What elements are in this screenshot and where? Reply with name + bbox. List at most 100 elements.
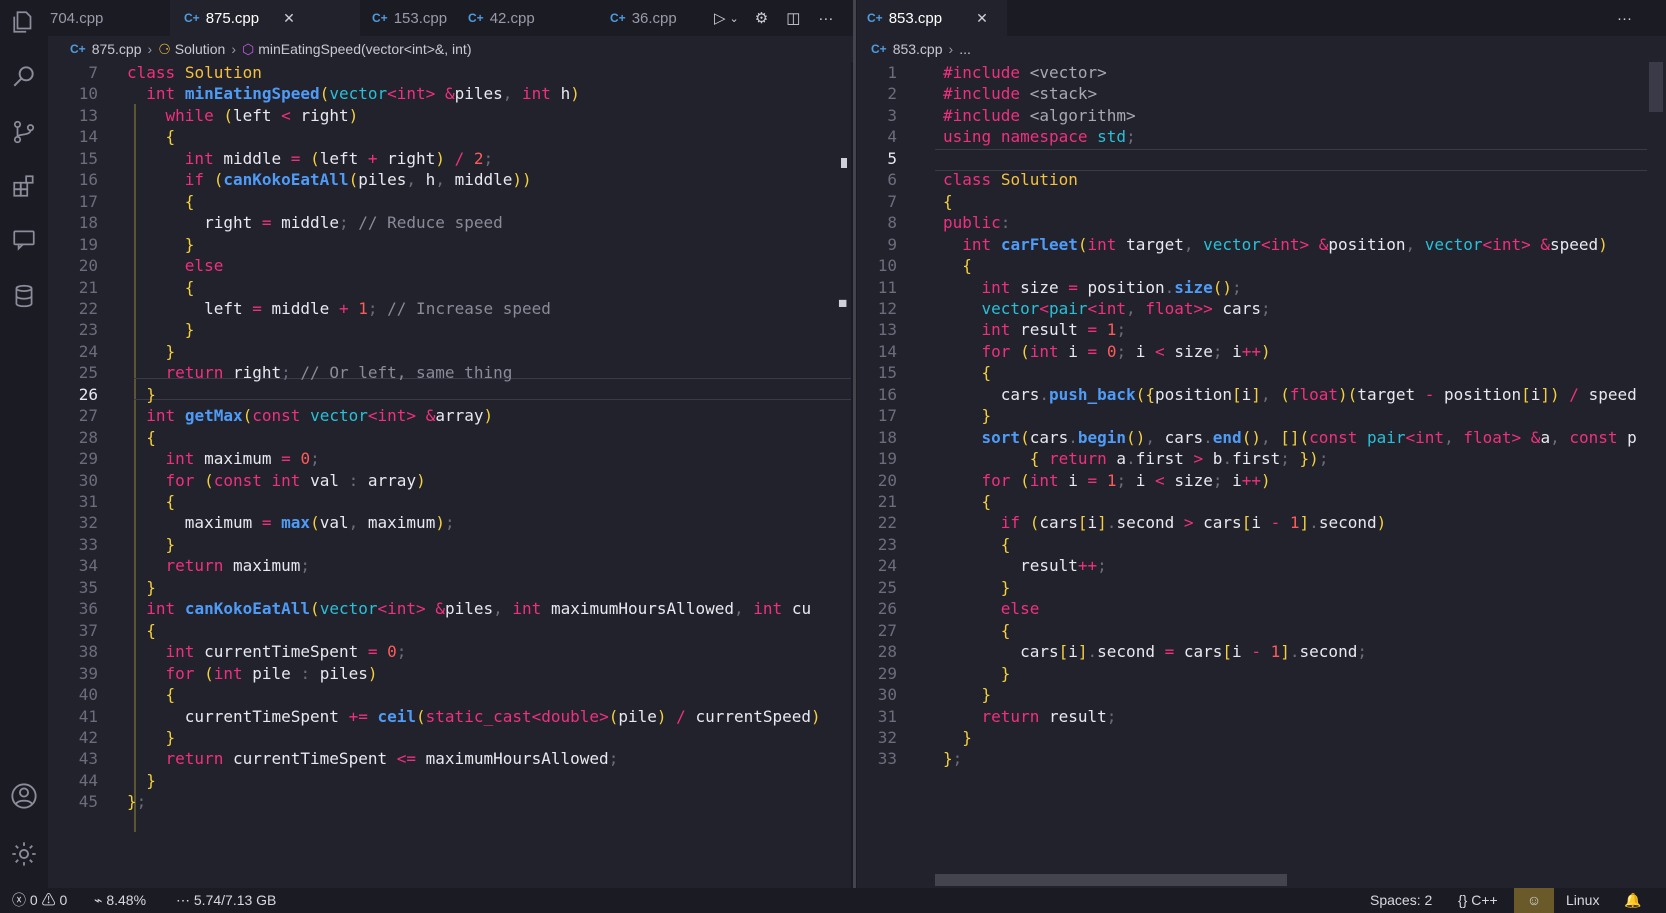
tab-853[interactable]: C+ 853.cpp ✕ [857, 0, 1007, 36]
copilot-icon[interactable]: ☺ [1514, 888, 1554, 913]
code-line[interactable]: 14 for (int i = 0; i < size; i++) [857, 341, 1647, 363]
code-line[interactable]: 7 class Solution [48, 62, 851, 84]
remote-chat-icon[interactable] [4, 220, 44, 260]
code-line[interactable]: 12 vector<pair<int, float>> cars; [857, 298, 1647, 320]
code-line[interactable]: 26 } [48, 384, 851, 406]
code-line[interactable]: 32 } [857, 727, 1647, 749]
code-line[interactable]: 11 int size = position.size(); [857, 277, 1647, 299]
cpu-indicator[interactable]: ⌁ 8.48% [94, 888, 146, 913]
code-line[interactable]: 29 } [857, 663, 1647, 685]
problems-indicator[interactable]: ⓧ 0 ⚠ 0 [12, 888, 67, 913]
code-line[interactable]: 26 else [857, 598, 1647, 620]
os-indicator[interactable]: Linux [1566, 888, 1599, 913]
source-control-icon[interactable] [4, 112, 44, 152]
code-line[interactable]: 29 int maximum = 0; [48, 448, 851, 470]
close-icon[interactable]: ✕ [976, 10, 988, 27]
code-line[interactable]: 30 } [857, 684, 1647, 706]
left-editor[interactable]: ▀ 7 class Solution 10 int minEatingSpeed(v… [48, 62, 851, 888]
code-line[interactable]: 20 for (int i = 1; i < size; i++) [857, 470, 1647, 492]
indentation-indicator[interactable]: Spaces: 2 [1370, 888, 1432, 913]
code-line[interactable]: 16 cars.push_back({position[i], (float)(… [857, 384, 1647, 406]
code-line[interactable]: 17 { [48, 191, 851, 213]
gear-icon[interactable]: ⚙ [755, 9, 768, 27]
code-line[interactable]: 37 { [48, 620, 851, 642]
code-line[interactable]: 23 { [857, 534, 1647, 556]
code-line[interactable]: 8 public: [857, 212, 1647, 234]
code-line[interactable]: 22 left = middle + 1; // Increase speed [48, 298, 851, 320]
code-line[interactable]: 14 { [48, 126, 851, 148]
tab-36[interactable]: C+ 36.cpp [610, 0, 710, 36]
code-line[interactable]: 9 int carFleet(int target, vector<int> &… [857, 234, 1647, 256]
code-line[interactable]: 27 int getMax(const vector<int> &array) [48, 405, 851, 427]
explorer-icon[interactable] [4, 2, 44, 42]
code-line[interactable]: 27 { [857, 620, 1647, 642]
code-line[interactable]: 5 [857, 148, 1647, 170]
code-line[interactable]: 13 int result = 1; [857, 319, 1647, 341]
bell-icon[interactable]: 🔔 [1624, 888, 1641, 913]
database-icon[interactable] [4, 276, 44, 316]
more-actions-icon[interactable]: ··· [818, 10, 833, 27]
code-line[interactable]: 10 { [857, 255, 1647, 277]
code-line[interactable]: 38 int currentTimeSpent = 0; [48, 641, 851, 663]
code-line[interactable]: 15 int middle = (left + right) / 2; [48, 148, 851, 170]
code-line[interactable]: 3 #include <algorithm> [857, 105, 1647, 127]
breadcrumb-more[interactable]: ... [959, 41, 971, 57]
code-line[interactable]: 18 sort(cars.begin(), cars.end(), [](con… [857, 427, 1647, 449]
code-line[interactable]: 25 } [857, 577, 1647, 599]
code-line[interactable]: 13 while (left < right) [48, 105, 851, 127]
code-line[interactable]: 4 using namespace std; [857, 126, 1647, 148]
code-line[interactable]: 19 } [48, 234, 851, 256]
code-line[interactable]: 15 { [857, 362, 1647, 384]
horizontal-scrollbar[interactable] [935, 874, 1287, 886]
code-line[interactable]: 39 for (int pile : piles) [48, 663, 851, 685]
scrollbar-thumb[interactable] [1649, 62, 1663, 112]
split-editor-icon[interactable]: ◫ [786, 9, 800, 27]
code-line[interactable]: 16 if (canKokoEatAll(piles, h, middle)) [48, 169, 851, 191]
more-actions-icon[interactable]: ··· [1617, 0, 1632, 36]
code-line[interactable]: 20 else [48, 255, 851, 277]
code-line[interactable]: 10 int minEatingSpeed(vector<int> &piles… [48, 83, 851, 105]
account-icon[interactable] [4, 776, 44, 816]
code-line[interactable]: 21 { [857, 491, 1647, 513]
run-icon[interactable]: ▷ [714, 9, 726, 27]
code-line[interactable]: 41 currentTimeSpent += ceil(static_cast<… [48, 706, 851, 728]
code-line[interactable]: 25 return right; // Or left, same thing [48, 362, 851, 384]
search-icon[interactable] [4, 56, 44, 96]
extensions-icon[interactable] [4, 166, 44, 206]
breadcrumb-file[interactable]: 853.cpp [893, 41, 943, 57]
code-line[interactable]: 35 } [48, 577, 851, 599]
code-line[interactable]: 18 right = middle; // Reduce speed [48, 212, 851, 234]
code-line[interactable]: 1 #include <vector> [857, 62, 1647, 84]
code-line[interactable]: 31 { [48, 491, 851, 513]
code-line[interactable]: 24 } [48, 341, 851, 363]
code-line[interactable]: 23 } [48, 319, 851, 341]
code-line[interactable]: 17 } [857, 405, 1647, 427]
code-line[interactable]: 28 { [48, 427, 851, 449]
code-line[interactable]: 6 class Solution [857, 169, 1647, 191]
code-line[interactable]: 33 } [48, 534, 851, 556]
code-line[interactable]: 42 } [48, 727, 851, 749]
code-line[interactable]: 7{ [857, 191, 1647, 213]
code-line[interactable]: 21 { [48, 277, 851, 299]
code-line[interactable]: 36 int canKokoEatAll(vector<int> &piles,… [48, 598, 851, 620]
code-line[interactable]: 33}; [857, 748, 1647, 770]
code-line[interactable]: 45}; [48, 791, 851, 813]
memory-indicator[interactable]: ⋯ 5.74/7.13 GB [176, 888, 276, 913]
breadcrumb-file[interactable]: 875.cpp [92, 41, 142, 57]
editor-split-divider[interactable] [853, 0, 856, 888]
breadcrumb-method[interactable]: minEatingSpeed(vector<int>&, int) [258, 41, 471, 57]
code-line[interactable]: 2 #include <stack> [857, 83, 1647, 105]
close-icon[interactable]: ✕ [283, 10, 295, 27]
tab-704[interactable]: 704.cpp [48, 0, 170, 36]
language-indicator[interactable]: {} C++ [1458, 888, 1498, 913]
code-line[interactable]: 22 if (cars[i].second > cars[i - 1].seco… [857, 512, 1647, 534]
code-line[interactable]: 43 return currentTimeSpent <= maximumHou… [48, 748, 851, 770]
code-line[interactable]: 44 } [48, 770, 851, 792]
vertical-scrollbar[interactable] [1647, 62, 1666, 888]
code-line[interactable]: 40 { [48, 684, 851, 706]
code-line[interactable]: 34 return maximum; [48, 555, 851, 577]
code-line[interactable]: 30 for (const int val : array) [48, 470, 851, 492]
settings-gear-icon[interactable] [4, 834, 44, 874]
code-line[interactable]: 28 cars[i].second = cars[i - 1].second; [857, 641, 1647, 663]
right-editor[interactable]: 1 #include <vector> 2 #include <stack> 3 #inc… [857, 62, 1647, 888]
